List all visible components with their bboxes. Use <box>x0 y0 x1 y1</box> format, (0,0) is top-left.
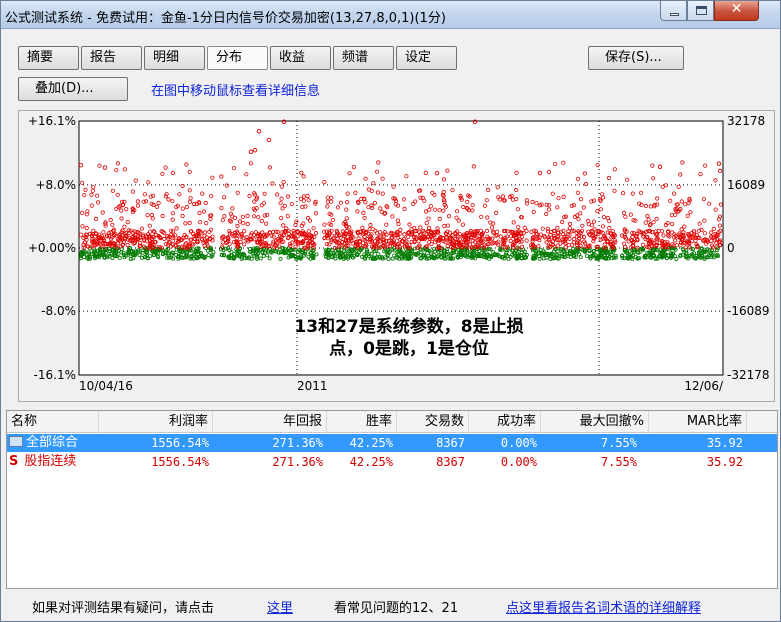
minimize-button[interactable] <box>660 1 687 21</box>
tab-summary[interactable]: 摘要 <box>18 46 79 70</box>
col-annual-return[interactable]: 年回报 <box>213 411 327 433</box>
y-right-tick-label: 16089 <box>727 178 765 192</box>
max-drawdown-cell: 7.55% <box>600 436 637 450</box>
distribution-chart[interactable]: +16.1% 32178 +8.0% 16089 +0.00% 0 -8.0% -16089 -… <box>18 110 775 402</box>
col-trade-count[interactable]: 交易数 <box>397 411 469 433</box>
y-right-tick-label: -16089 <box>727 304 770 318</box>
chart-annotation-line1: 13和27是系统参数，8是止损 <box>294 316 523 337</box>
col-success-rate[interactable]: 成功率 <box>469 411 541 433</box>
tab-spectrum[interactable]: 频谱 <box>333 46 394 70</box>
mar-ratio-cell: 35.92 <box>706 436 743 450</box>
series-marker: S <box>9 454 19 469</box>
close-icon: ✕ <box>730 1 743 17</box>
table-row[interactable]: S 股指连续 1556.54% 271.36% 42.25% 8367 0.00%… <box>7 453 777 471</box>
trade-count-cell: 8367 <box>436 436 465 450</box>
tab-distribution[interactable]: 分布 <box>207 46 268 70</box>
results-table[interactable]: 名称 利润率 年回报 胜率 交易数 成功率 最大回撤% MAR比率 全部综合 1… <box>6 410 778 589</box>
tab-detail[interactable]: 明细 <box>144 46 205 70</box>
profit-rate-cell: 1556.54% <box>151 455 209 469</box>
minimize-icon <box>670 13 679 16</box>
col-profit-rate[interactable]: 利润率 <box>99 411 213 433</box>
x-tick-label: 2011 <box>297 379 328 393</box>
faq-link[interactable]: 这里 <box>267 597 293 616</box>
win-rate-cell: 42.25% <box>349 436 393 450</box>
mar-ratio-cell: 35.92 <box>706 455 743 469</box>
window-title: 公式测试系统 - 免费试用：金鱼-1分日内信号价交易加密(13,27,8,0,1… <box>5 11 446 26</box>
x-tick-label: 12/06/ <box>684 379 724 393</box>
success-rate-cell: 0.00% <box>500 436 537 450</box>
tab-settings[interactable]: 设定 <box>396 46 457 70</box>
folder-icon <box>9 436 23 447</box>
col-max-drawdown[interactable]: 最大回撤% <box>541 411 649 433</box>
trade-count-cell: 8367 <box>436 455 465 469</box>
maximize-button[interactable] <box>687 1 714 21</box>
chart-annotation-line2: 点，0是跳，1是仓位 <box>329 338 489 359</box>
glossary-link[interactable]: 点这里看报告名词术语的详细解释 <box>506 597 701 616</box>
annual-return-cell: 271.36% <box>272 455 323 469</box>
title-bar[interactable]: 公式测试系统 - 免费试用：金鱼-1分日内信号价交易加密(13,27,8,0,1… <box>1 1 780 29</box>
col-name[interactable]: 名称 <box>7 411 99 433</box>
y-left-tick-label: +0.00% <box>28 241 76 255</box>
y-right-tick-label: 32178 <box>727 114 765 128</box>
hint-text: 在图中移动鼠标查看详细信息 <box>151 84 321 99</box>
row-name: 股指连续 <box>24 454 77 469</box>
footer-text: 如果对评测结果有疑问，请点击 <box>32 601 215 616</box>
maximize-icon <box>696 6 707 15</box>
y-left-tick-label: -8.0% <box>41 304 76 318</box>
col-win-rate[interactable]: 胜率 <box>327 411 397 433</box>
tab-report[interactable]: 报告 <box>81 46 142 70</box>
win-rate-cell: 42.25% <box>349 455 393 469</box>
close-button[interactable]: ✕ <box>714 1 759 21</box>
chart-svg[interactable]: +16.1% 32178 +8.0% 16089 +0.00% 0 -8.0% -16089 -… <box>19 111 774 401</box>
tab-returns[interactable]: 收益 <box>270 46 331 70</box>
table-row[interactable]: 全部综合 1556.54% 271.36% 42.25% 8367 0.00% … <box>7 434 777 452</box>
row-name: 全部综合 <box>26 435 79 450</box>
col-mar-ratio[interactable]: MAR比率 <box>649 411 747 433</box>
footer-bar: 如果对评测结果有疑问，请点击 这里 看常见问题的12、21 点这里看报告名词术语… <box>1 597 780 619</box>
y-right-tick-label: -32178 <box>727 368 770 382</box>
overlay-button[interactable]: 叠加(D)... <box>18 77 128 101</box>
max-drawdown-cell: 7.55% <box>600 455 637 469</box>
y-left-tick-label: +16.1% <box>28 114 76 128</box>
y-left-tick-label: +8.0% <box>35 178 76 192</box>
table-header: 名称 利润率 年回报 胜率 交易数 成功率 最大回撤% MAR比率 <box>7 411 777 433</box>
x-tick-label: 10/04/16 <box>79 379 133 393</box>
y-left-tick-label: -16.1% <box>34 368 76 382</box>
footer-faq-text: 看常见问题的12、21 <box>334 601 459 616</box>
success-rate-cell: 0.00% <box>500 455 537 469</box>
save-button[interactable]: 保存(S)... <box>588 46 684 70</box>
y-right-tick-label: 0 <box>727 241 735 255</box>
app-window: 公式测试系统 - 免费试用：金鱼-1分日内信号价交易加密(13,27,8,0,1… <box>0 0 781 622</box>
annual-return-cell: 271.36% <box>272 436 323 450</box>
profit-rate-cell: 1556.54% <box>151 436 209 450</box>
